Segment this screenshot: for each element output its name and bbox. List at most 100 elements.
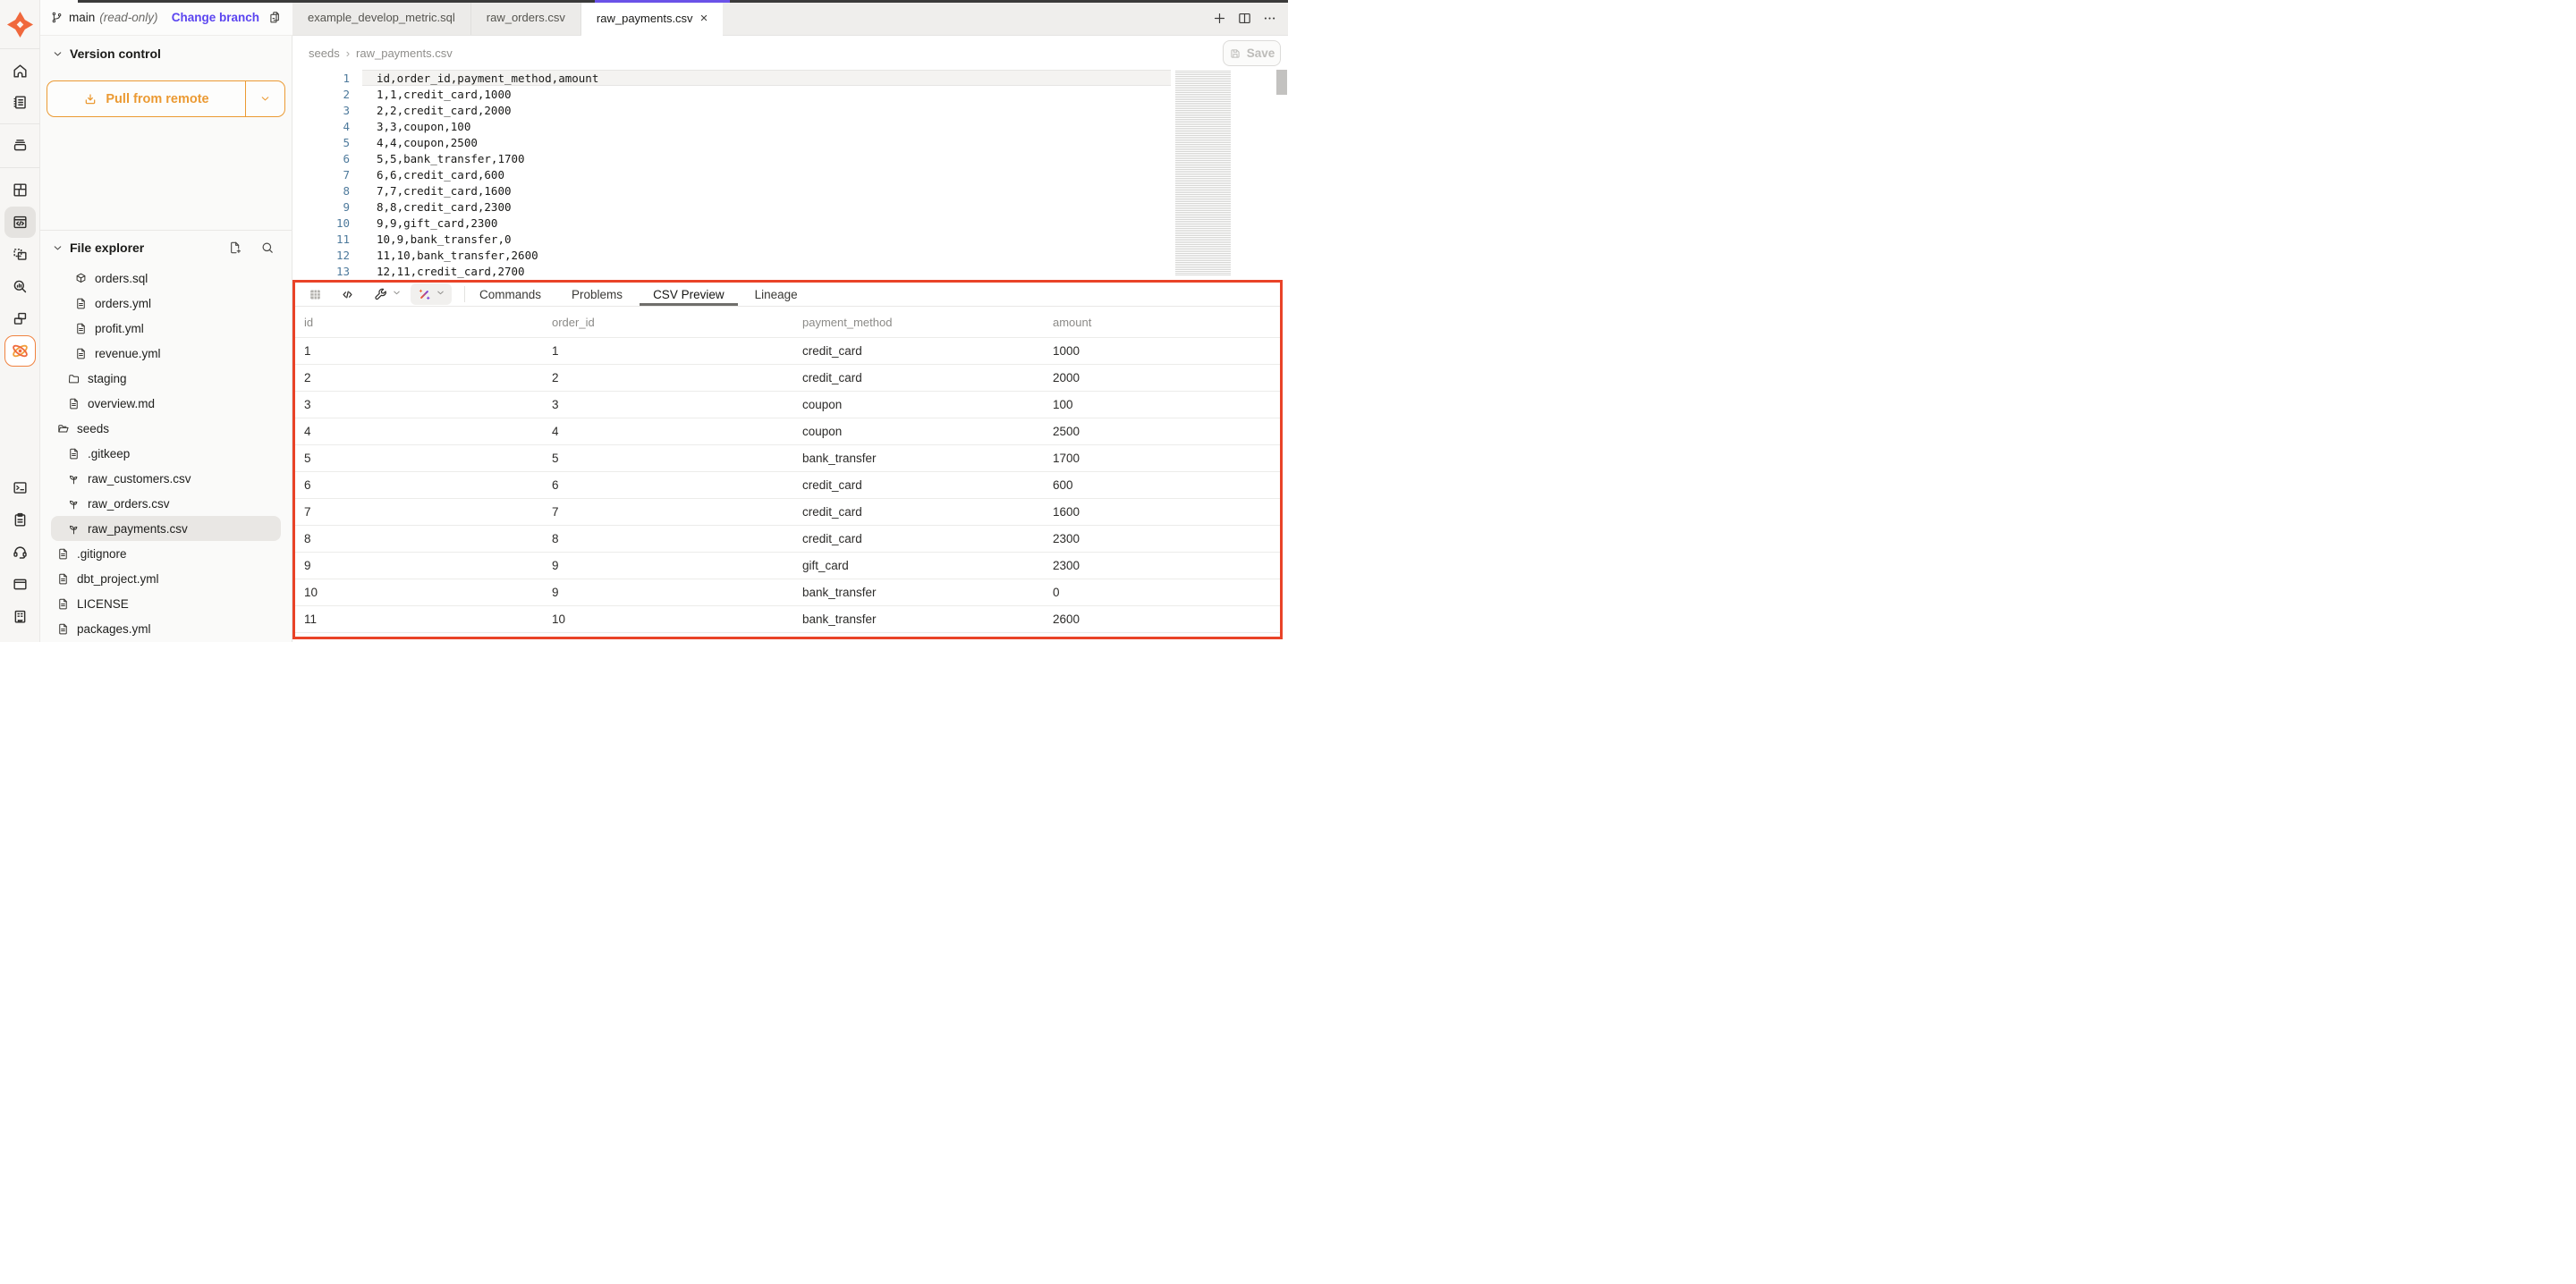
table-cell: 2 xyxy=(304,371,552,384)
results-table-icon[interactable] xyxy=(304,283,326,305)
activity-clipboard-button[interactable] xyxy=(4,504,36,536)
editor-line-7[interactable]: 76,6,credit_card,600 xyxy=(292,166,1288,182)
line-number: 10 xyxy=(292,216,350,230)
file-item-orders.sql[interactable]: orders.sql xyxy=(40,266,292,291)
activity-building-button[interactable] xyxy=(4,601,36,632)
copy-icon[interactable] xyxy=(267,10,283,25)
file-explorer-header[interactable]: File explorer xyxy=(52,235,281,260)
table-row[interactable]: 44coupon2500 xyxy=(295,418,1280,444)
split-editor-icon[interactable] xyxy=(1237,11,1252,26)
editor-line-11[interactable]: 1110,9,bank_transfer,0 xyxy=(292,231,1288,247)
file-item-.gitkeep[interactable]: .gitkeep xyxy=(40,441,292,466)
file-name: packages.yml xyxy=(77,622,151,636)
activity-dashboard-button[interactable] xyxy=(4,174,36,206)
file-item-seeds[interactable]: seeds xyxy=(40,416,292,441)
editor-line-10[interactable]: 109,9,gift_card,2300 xyxy=(292,215,1288,231)
editor-scrollbar-thumb[interactable] xyxy=(1276,70,1287,95)
chevron-down-icon[interactable] xyxy=(392,286,402,302)
new-file-icon[interactable] xyxy=(228,241,242,255)
editor-tab-raw_orders.csv[interactable]: raw_orders.csv xyxy=(471,0,581,35)
file-item-raw_payments.csv[interactable]: raw_payments.csv xyxy=(40,516,292,541)
panel-tab-commands[interactable]: Commands xyxy=(479,283,541,306)
breadcrumb-bar: seeds›raw_payments.csv Save xyxy=(292,36,1288,70)
editor-line-5[interactable]: 54,4,coupon,2500 xyxy=(292,134,1288,150)
file-item-orders.yml[interactable]: orders.yml xyxy=(40,291,292,316)
file-item-overview.md[interactable]: overview.md xyxy=(40,391,292,416)
chevron-down-icon xyxy=(52,242,64,254)
table-row[interactable]: 88credit_card2300 xyxy=(295,525,1280,552)
compiled-code-icon[interactable] xyxy=(336,283,358,305)
build-wrench-icon[interactable] xyxy=(369,283,391,305)
editor-line-2[interactable]: 21,1,credit_card,1000 xyxy=(292,86,1288,102)
activity-ide-button[interactable] xyxy=(4,207,36,238)
activity-home-button[interactable] xyxy=(4,55,36,87)
activity-insights-button[interactable] xyxy=(4,271,36,302)
save-button[interactable]: Save xyxy=(1223,40,1281,66)
search-icon[interactable] xyxy=(260,241,275,255)
change-branch-link[interactable]: Change branch xyxy=(172,11,259,24)
breadcrumb-file[interactable]: raw_payments.csv xyxy=(356,46,453,60)
breadcrumb-folder[interactable]: seeds xyxy=(309,46,340,60)
line-content: 6,6,credit_card,600 xyxy=(377,168,504,182)
editor-line-12[interactable]: 1211,10,bank_transfer,2600 xyxy=(292,247,1288,263)
pull-options-dropdown[interactable] xyxy=(245,81,284,116)
pull-from-remote-main[interactable]: Pull from remote xyxy=(47,81,245,116)
table-row[interactable]: 22credit_card2000 xyxy=(295,364,1280,391)
table-row[interactable]: 1110bank_transfer2600 xyxy=(295,605,1280,632)
canvas-icon xyxy=(12,246,29,263)
file-item-.gitignore[interactable]: .gitignore xyxy=(40,541,292,566)
pull-from-remote-button[interactable]: Pull from remote xyxy=(47,80,285,117)
editor-line-8[interactable]: 87,7,credit_card,1600 xyxy=(292,182,1288,199)
close-tab-icon[interactable]: × xyxy=(700,12,708,25)
table-row[interactable]: 99gift_card2300 xyxy=(295,552,1280,579)
new-tab-icon[interactable] xyxy=(1212,11,1227,26)
table-row[interactable]: 11credit_card1000 xyxy=(295,337,1280,364)
editor-line-1[interactable]: 1id,order_id,payment_method,amount xyxy=(292,70,1288,86)
file-name: raw_orders.csv xyxy=(88,497,170,511)
version-control-header[interactable]: Version control xyxy=(52,46,161,61)
table-row[interactable]: 66credit_card600 xyxy=(295,471,1280,498)
file-item-raw_orders.csv[interactable]: raw_orders.csv xyxy=(40,491,292,516)
panel-tab-problems[interactable]: Problems xyxy=(572,283,623,306)
editor-line-13[interactable]: 1312,11,credit_card,2700 xyxy=(292,263,1288,279)
editor-tab-example_develop_metric.sql[interactable]: example_develop_metric.sql xyxy=(292,0,471,35)
activity-browser-button[interactable] xyxy=(4,569,36,600)
sidebar-section-divider xyxy=(40,230,292,231)
table-cell: credit_card xyxy=(802,478,1053,492)
file-item-revenue.yml[interactable]: revenue.yml xyxy=(40,341,292,366)
table-row[interactable]: 33coupon100 xyxy=(295,391,1280,418)
panel-tab-lineage[interactable]: Lineage xyxy=(755,283,798,306)
file-item-profit.yml[interactable]: profit.yml xyxy=(40,316,292,341)
editor-line-3[interactable]: 32,2,credit_card,2000 xyxy=(292,102,1288,118)
table-row[interactable]: 55bank_transfer1700 xyxy=(295,444,1280,471)
ai-assist-button[interactable] xyxy=(411,283,452,305)
file-item-packages.yml[interactable]: packages.yml xyxy=(40,616,292,641)
file-item-raw_customers.csv[interactable]: raw_customers.csv xyxy=(40,466,292,491)
save-button-label: Save xyxy=(1247,46,1275,60)
file-item-LICENSE[interactable]: LICENSE xyxy=(40,591,292,616)
more-options-icon[interactable] xyxy=(1262,11,1277,26)
activity-terminal-button[interactable] xyxy=(4,472,36,503)
table-row[interactable]: 109bank_transfer0 xyxy=(295,579,1280,605)
editor-line-6[interactable]: 65,5,bank_transfer,1700 xyxy=(292,150,1288,166)
activity-apps-button[interactable] xyxy=(4,303,36,334)
file-item-staging[interactable]: staging xyxy=(40,366,292,391)
activity-canvas-button[interactable] xyxy=(4,239,36,270)
editor-line-4[interactable]: 43,3,coupon,100 xyxy=(292,118,1288,134)
activity-notebook-button[interactable] xyxy=(4,87,36,118)
editor-tab-raw_payments.csv[interactable]: raw_payments.csv× xyxy=(581,0,723,37)
activity-headset-button[interactable] xyxy=(4,536,36,568)
panel-tab-csv-preview[interactable]: CSV Preview xyxy=(653,283,724,306)
activity-atom-button[interactable] xyxy=(4,335,36,367)
line-content: 11,10,bank_transfer,2600 xyxy=(377,249,538,262)
minimap[interactable] xyxy=(1171,70,1288,281)
file-item-dbt_project.yml[interactable]: dbt_project.yml xyxy=(40,566,292,591)
editor-line-9[interactable]: 98,8,credit_card,2300 xyxy=(292,199,1288,215)
line-content: 5,5,bank_transfer,1700 xyxy=(377,152,525,165)
line-content: 10,9,bank_transfer,0 xyxy=(377,232,512,246)
activity-layers-button[interactable] xyxy=(4,130,36,161)
table-row[interactable]: 77credit_card1600 xyxy=(295,498,1280,525)
code-editor[interactable]: 1id,order_id,payment_method,amount21,1,c… xyxy=(292,70,1288,281)
file-explorer-actions xyxy=(228,241,281,255)
file-name: seeds xyxy=(77,422,109,435)
